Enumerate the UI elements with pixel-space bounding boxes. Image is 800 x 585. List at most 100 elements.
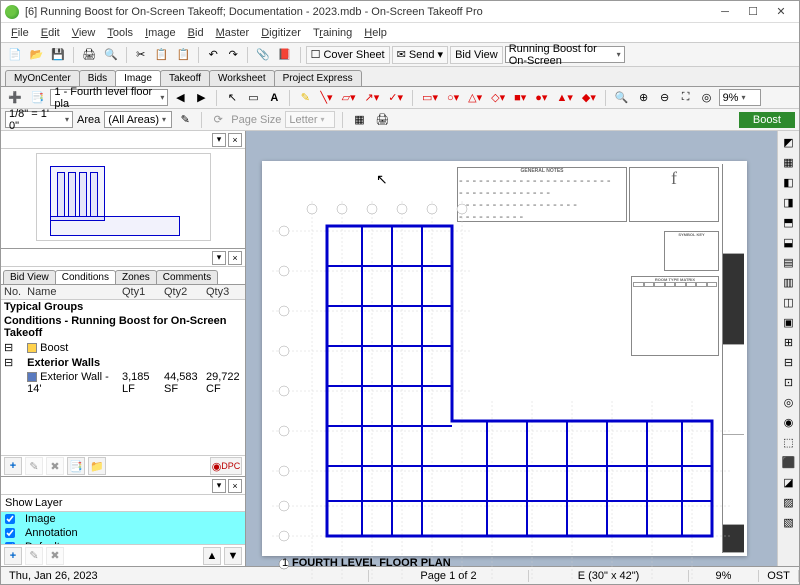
add-page-icon[interactable]: ➕ [5,89,25,107]
bid-view-button[interactable]: Bid View [450,46,503,64]
diamond-outline-icon[interactable]: ◇▾ [488,89,508,107]
diamond-fill-icon[interactable]: ◆▾ [579,89,599,107]
rt-icon-8[interactable]: ▥ [780,273,798,291]
dpc-button[interactable]: ◉ DPC [210,457,242,475]
check-icon[interactable]: ✓▾ [385,89,406,107]
circle-fill-icon[interactable]: ●▾ [532,89,550,107]
cond-tab-zones[interactable]: Zones [115,270,157,284]
cond-folder-button[interactable]: 📁 [88,457,106,475]
menu-tools[interactable]: Tools [101,25,139,41]
cond-add-button[interactable]: + [4,457,22,475]
rt-icon-13[interactable]: ⊡ [780,373,798,391]
col-qty1[interactable]: Qty1 [119,285,161,300]
rt-icon-11[interactable]: ⊞ [780,333,798,351]
line-red-icon[interactable]: ╲▾ [317,89,335,107]
cond-close-icon[interactable]: × [228,251,242,265]
rt-icon-19[interactable]: ▨ [780,493,798,511]
print2-icon[interactable]: 🖨 [372,111,392,129]
rt-icon-5[interactable]: ⬒ [780,213,798,231]
conditions-grid[interactable]: No. Name Qty1 Qty2 Qty3 Typical Groups C… [1,285,245,455]
book-icon[interactable]: 📕 [275,46,295,64]
rt-icon-20[interactable]: ▧ [780,513,798,531]
rt-icon-17[interactable]: ⬛ [780,453,798,471]
thumb-close-icon[interactable]: × [228,133,242,147]
minimize-button[interactable]: ─ [711,2,739,22]
canvas-area[interactable]: ↖ GENERAL NOTES - - - - - - - - - - - - … [246,131,777,566]
rt-icon-9[interactable]: ◫ [780,293,798,311]
menu-master[interactable]: Master [210,25,256,41]
layer-image[interactable]: Image [1,512,245,526]
close-button[interactable]: ✕ [767,2,795,22]
next-page-icon[interactable]: ▶ [192,89,210,107]
dup-page-icon[interactable]: 📑 [28,89,48,107]
menu-view[interactable]: View [66,25,102,41]
menu-help[interactable]: Help [358,25,393,41]
highlight-icon[interactable]: ✎ [296,89,314,107]
paste-icon[interactable]: 📋 [173,46,193,64]
menu-training[interactable]: Training [307,25,358,41]
tab-bids[interactable]: Bids [79,70,116,86]
menu-edit[interactable]: Edit [35,25,66,41]
arrow-red-icon[interactable]: ↗▾ [362,89,383,107]
tab-myoncenter[interactable]: MyOnCenter [5,70,80,86]
pointer-icon[interactable]: ↖ [223,89,241,107]
layer-delete-button[interactable]: ✖ [46,547,64,565]
new-icon[interactable]: 📄 [5,46,25,64]
rt-icon-6[interactable]: ⬓ [780,233,798,251]
layer-up-button[interactable]: ▲ [203,547,221,565]
layer-annotation[interactable]: Annotation [1,526,245,540]
maximize-button[interactable]: ☐ [739,2,767,22]
rt-icon-1[interactable]: ◩ [780,133,798,151]
row-exterior-walls[interactable]: Exterior Walls [24,355,245,370]
rt-icon-14[interactable]: ◎ [780,393,798,411]
page-select[interactable]: 1 - Fourth level floor pla [50,89,168,106]
tab-image[interactable]: Image [115,70,161,86]
text-icon[interactable]: A [265,89,283,107]
copy-icon[interactable]: 📋 [152,46,172,64]
undo-icon[interactable]: ↶ [204,46,222,64]
group-typical[interactable]: Typical Groups [1,300,245,315]
cond-delete-button[interactable]: ✖ [46,457,64,475]
thumbnail-pane[interactable] [1,149,245,249]
triangle-fill-icon[interactable]: ▲▾ [553,89,575,107]
cond-pin-icon[interactable]: ▾ [212,251,226,265]
rt-icon-16[interactable]: ⬚ [780,433,798,451]
save-icon[interactable]: 💾 [48,46,68,64]
rect-outline-icon[interactable]: ▭▾ [419,89,441,107]
layer-down-button[interactable]: ▼ [224,547,242,565]
send-button[interactable]: ✉ Send ▾ [392,46,448,64]
triangle-outline-icon[interactable]: △▾ [465,89,485,107]
attach-icon[interactable]: 📎 [253,46,273,64]
cond-edit-button[interactable]: ✎ [25,457,43,475]
prev-page-icon[interactable]: ◀ [171,89,189,107]
layer-add-button[interactable]: + [4,547,22,565]
row-boost[interactable]: Boost [24,340,245,355]
menu-bid[interactable]: Bid [182,25,210,41]
col-qty3[interactable]: Qty3 [203,285,245,300]
redo-icon[interactable]: ↷ [224,46,242,64]
preview-icon[interactable]: 🔍 [101,46,121,64]
zoom-fit-icon[interactable]: ⛶ [677,89,695,107]
cond-tab-bidview[interactable]: Bid View [3,270,56,284]
cond-tab-comments[interactable]: Comments [156,270,218,284]
rotate-icon[interactable]: ⟳ [209,111,227,129]
menu-digitizer[interactable]: Digitizer [255,25,307,41]
zoom-select[interactable]: 9% [719,89,761,106]
zoom-in-icon[interactable]: ⊕ [635,89,653,107]
shape-red-icon[interactable]: ▱▾ [339,89,359,107]
rt-icon-2[interactable]: ▦ [780,153,798,171]
open-icon[interactable]: 📂 [27,46,47,64]
rt-icon-7[interactable]: ▤ [780,253,798,271]
cover-sheet-button[interactable]: ☐ Cover Sheet [306,46,390,64]
zoom-actual-icon[interactable]: ◎ [698,89,716,107]
rt-icon-12[interactable]: ⊟ [780,353,798,371]
rt-icon-4[interactable]: ◨ [780,193,798,211]
select-rect-icon[interactable]: ▭ [244,89,262,107]
rt-icon-15[interactable]: ◉ [780,413,798,431]
rt-icon-3[interactable]: ◧ [780,173,798,191]
tab-project-express[interactable]: Project Express [274,70,362,86]
row-ew14[interactable]: Exterior Wall - 14' 3,185 LF 44,583 SF 2… [1,370,245,396]
thumb-pin-icon[interactable]: ▾ [212,133,226,147]
pen-icon[interactable]: ✎ [176,111,194,129]
rt-icon-10[interactable]: ▣ [780,313,798,331]
